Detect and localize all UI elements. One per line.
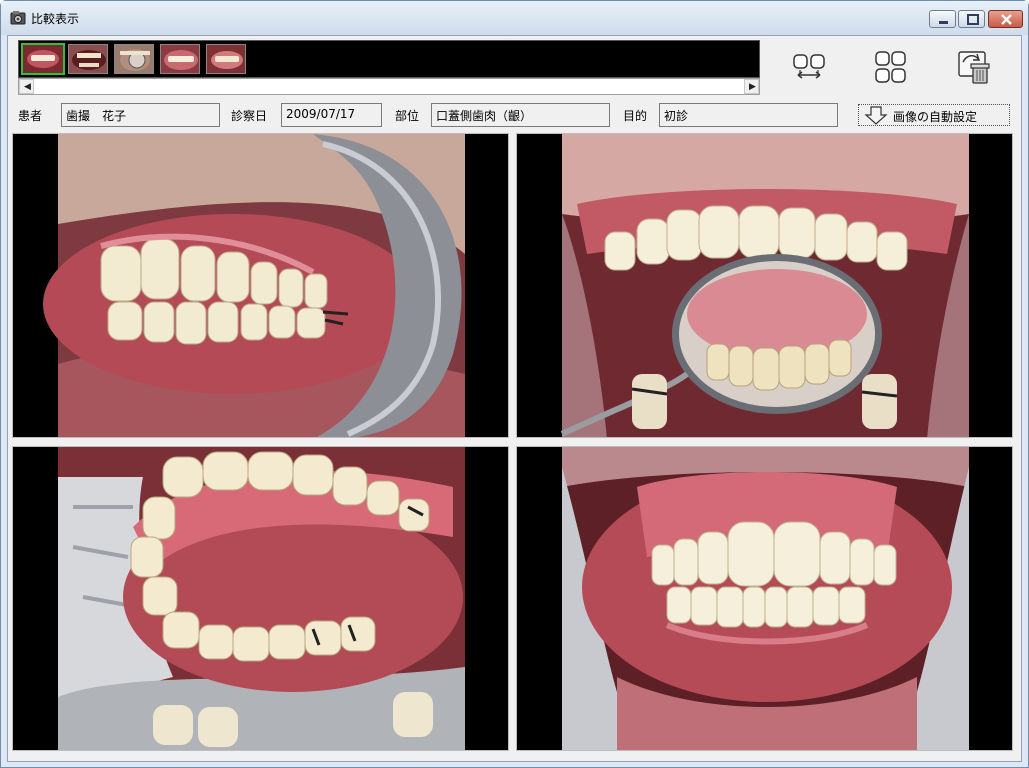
photo-right-lateral[interactable] [12,133,509,438]
dental-photo [517,447,1012,750]
close-button[interactable] [988,10,1023,28]
recycle-delete-icon [958,51,990,84]
thumbnail-item[interactable] [68,44,108,74]
thumbnail-image [161,45,199,73]
thumbnail-item[interactable] [114,44,154,74]
recycle-delete-button[interactable] [955,48,995,88]
swap-compare-button[interactable] [790,48,830,88]
auto-set-images-label: 画像の自動設定 [893,110,978,124]
down-arrow-icon [864,106,888,125]
dental-photo [517,134,1012,437]
maximize-icon [967,14,979,25]
swap-compare-icon [793,54,825,79]
scroll-left-button[interactable]: ◀ [19,79,34,94]
region-field[interactable]: 口蓋側歯肉（齦） [431,103,610,127]
patient-label: 患者 [18,109,43,123]
camera-app-icon [10,11,26,25]
close-icon [1001,14,1012,25]
auto-set-images-button[interactable]: 画像の自動設定 [858,104,1010,126]
photo-frontal-retracted[interactable] [516,446,1013,751]
thumbnail-item[interactable] [206,44,246,74]
thumbnail-scrollbar[interactable]: ◀ ▶ [18,78,760,95]
client-area: ◀ ▶ 患者 歯撮 花子 診察日 2009/07/17 部位 口蓋側歯肉（齦） … [7,35,1022,762]
purpose-label: 目的 [623,109,648,123]
region-label: 部位 [395,109,420,123]
scroll-right-button[interactable]: ▶ [744,79,759,94]
minimize-icon [939,21,948,24]
patient-name-field[interactable]: 歯撮 花子 [61,103,220,127]
thumbnail-image [69,45,107,73]
image-grid [12,133,1017,755]
maximize-button[interactable] [958,10,985,28]
thumbnail-image [23,45,63,73]
thumbnail-item[interactable] [21,43,65,75]
compare-window: 比較表示 ◀ ▶ 患者 歯撮 花子 診察日 2009/07/17 部位 口蓋側歯… [0,0,1029,768]
dental-photo [13,447,508,750]
thumbnail-item[interactable] [160,44,200,74]
purpose-field[interactable]: 初診 [659,103,838,127]
title-bar[interactable]: 比較表示 [1,1,1028,35]
four-grid-icon [875,51,906,83]
exam-date-label: 診察日 [231,109,268,123]
thumbnail-image [207,45,245,73]
thumbnail-strip [18,40,760,78]
chevron-right-icon: ▶ [749,82,756,92]
thumbnail-image [115,45,153,73]
dental-photo [13,134,508,437]
minimize-button[interactable] [929,10,956,28]
exam-date-field[interactable]: 2009/07/17 [281,103,382,127]
photo-lower-lateral-open[interactable] [12,446,509,751]
four-grid-button[interactable] [871,48,911,88]
chevron-left-icon: ◀ [24,82,31,92]
window-title: 比較表示 [31,12,80,26]
photo-upper-occlusal-mirror[interactable] [516,133,1013,438]
